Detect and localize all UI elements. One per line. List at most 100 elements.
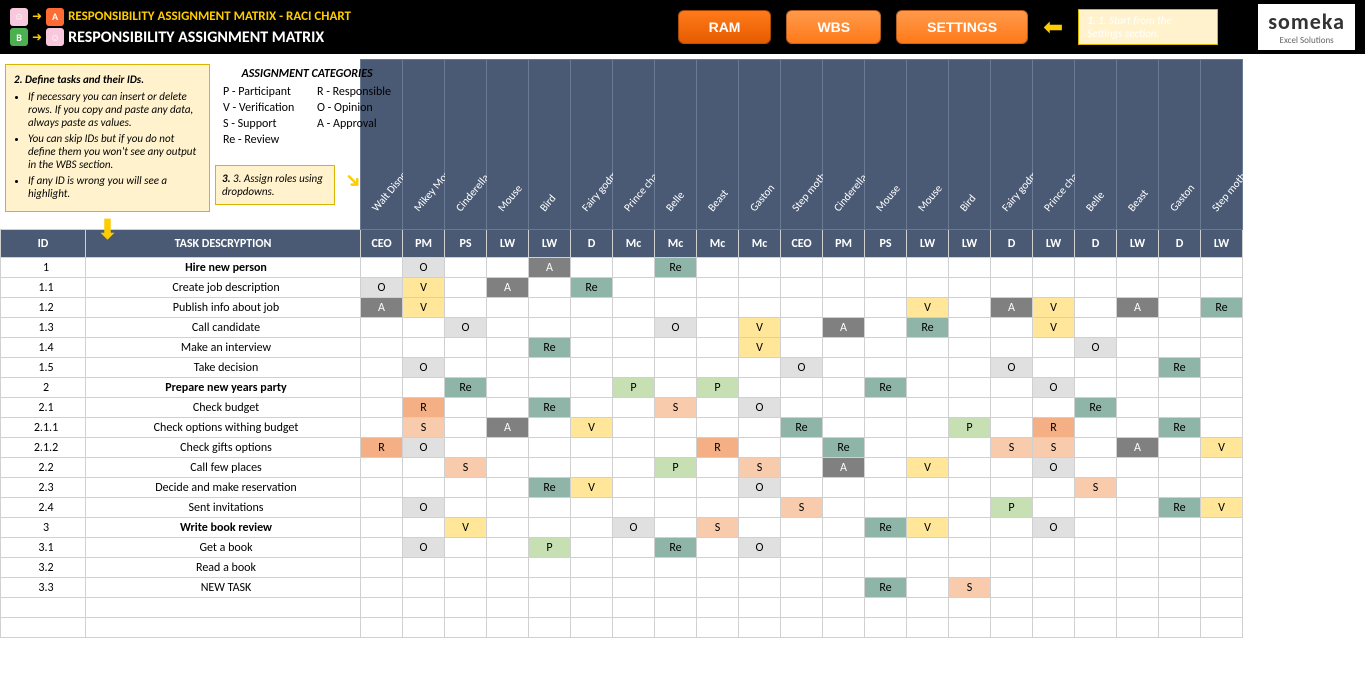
assignment-cell[interactable]: [1159, 398, 1201, 418]
assignment-cell[interactable]: [1201, 258, 1243, 278]
assignment-cell[interactable]: S: [655, 398, 697, 418]
assignment-cell[interactable]: [991, 518, 1033, 538]
assignment-cell[interactable]: [1201, 618, 1243, 638]
assignment-cell[interactable]: [865, 558, 907, 578]
assignment-cell[interactable]: [529, 558, 571, 578]
assignment-cell[interactable]: S: [739, 458, 781, 478]
assignment-cell[interactable]: [361, 458, 403, 478]
assignment-cell[interactable]: V: [571, 478, 613, 498]
assignment-cell[interactable]: [991, 598, 1033, 618]
assignment-cell[interactable]: [865, 298, 907, 318]
assignment-cell[interactable]: [1159, 258, 1201, 278]
assignment-cell[interactable]: [865, 538, 907, 558]
assignment-cell[interactable]: O: [991, 358, 1033, 378]
task-id[interactable]: [1, 598, 86, 618]
assignment-cell[interactable]: R: [1033, 418, 1075, 438]
task-desc[interactable]: Hire new person: [86, 258, 361, 278]
assignment-cell[interactable]: [781, 318, 823, 338]
assignment-cell[interactable]: [529, 318, 571, 338]
assignment-cell[interactable]: [361, 558, 403, 578]
task-id[interactable]: 3.1: [1, 538, 86, 558]
assignment-cell[interactable]: [571, 618, 613, 638]
assignment-cell[interactable]: [1075, 278, 1117, 298]
assignment-cell[interactable]: O: [1033, 518, 1075, 538]
assignment-cell[interactable]: [781, 258, 823, 278]
assignment-cell[interactable]: [991, 338, 1033, 358]
task-id[interactable]: 1.2: [1, 298, 86, 318]
assignment-cell[interactable]: [1033, 358, 1075, 378]
assignment-cell[interactable]: [865, 498, 907, 518]
assignment-cell[interactable]: [487, 318, 529, 338]
assignment-cell[interactable]: [1033, 258, 1075, 278]
assignment-cell[interactable]: Re: [655, 538, 697, 558]
assignment-cell[interactable]: [781, 538, 823, 558]
assignment-cell[interactable]: [613, 298, 655, 318]
assignment-cell[interactable]: [697, 298, 739, 318]
assignment-cell[interactable]: [361, 598, 403, 618]
assignment-cell[interactable]: [823, 338, 865, 358]
assignment-cell[interactable]: [613, 478, 655, 498]
assignment-cell[interactable]: [1159, 478, 1201, 498]
assignment-cell[interactable]: [403, 518, 445, 538]
assignment-cell[interactable]: V: [445, 518, 487, 538]
assignment-cell[interactable]: [781, 378, 823, 398]
assignment-cell[interactable]: [1033, 338, 1075, 358]
assignment-cell[interactable]: [739, 258, 781, 278]
assignment-cell[interactable]: [823, 618, 865, 638]
assignment-cell[interactable]: [781, 278, 823, 298]
assignment-cell[interactable]: V: [571, 418, 613, 438]
assignment-cell[interactable]: [613, 578, 655, 598]
assignment-cell[interactable]: [739, 418, 781, 438]
assignment-cell[interactable]: O: [739, 398, 781, 418]
assignment-cell[interactable]: [823, 518, 865, 538]
assignment-cell[interactable]: [571, 258, 613, 278]
assignment-cell[interactable]: Re: [865, 378, 907, 398]
task-id[interactable]: [1, 618, 86, 638]
assignment-cell[interactable]: [361, 318, 403, 338]
assignment-cell[interactable]: [739, 518, 781, 538]
assignment-cell[interactable]: [655, 358, 697, 378]
assignment-cell[interactable]: [907, 258, 949, 278]
assignment-cell[interactable]: [1201, 418, 1243, 438]
assignment-cell[interactable]: [655, 298, 697, 318]
assignment-cell[interactable]: [361, 518, 403, 538]
assignment-cell[interactable]: [361, 418, 403, 438]
assignment-cell[interactable]: [445, 538, 487, 558]
assignment-cell[interactable]: [1117, 378, 1159, 398]
assignment-cell[interactable]: [1117, 278, 1159, 298]
assignment-cell[interactable]: [445, 598, 487, 618]
assignment-cell[interactable]: [781, 298, 823, 318]
assignment-cell[interactable]: [613, 598, 655, 618]
assignment-cell[interactable]: [907, 618, 949, 638]
assignment-cell[interactable]: [1159, 338, 1201, 358]
assignment-cell[interactable]: [1201, 598, 1243, 618]
assignment-cell[interactable]: A: [1117, 298, 1159, 318]
assignment-cell[interactable]: [697, 558, 739, 578]
assignment-cell[interactable]: [991, 478, 1033, 498]
assignment-cell[interactable]: [1159, 318, 1201, 338]
assignment-cell[interactable]: Re: [823, 438, 865, 458]
assignment-cell[interactable]: Re: [529, 478, 571, 498]
assignment-cell[interactable]: [823, 398, 865, 418]
assignment-cell[interactable]: S: [697, 518, 739, 538]
assignment-cell[interactable]: [1117, 518, 1159, 538]
assignment-cell[interactable]: [949, 538, 991, 558]
assignment-cell[interactable]: [1159, 578, 1201, 598]
assignment-cell[interactable]: [445, 278, 487, 298]
assignment-cell[interactable]: [655, 558, 697, 578]
assignment-cell[interactable]: [1075, 318, 1117, 338]
task-desc[interactable]: Prepare new years party: [86, 378, 361, 398]
assignment-cell[interactable]: Re: [571, 278, 613, 298]
assignment-cell[interactable]: V: [739, 338, 781, 358]
assignment-cell[interactable]: [1201, 558, 1243, 578]
assignment-cell[interactable]: [403, 378, 445, 398]
assignment-cell[interactable]: [403, 578, 445, 598]
assignment-cell[interactable]: [865, 318, 907, 338]
task-id[interactable]: 2.4: [1, 498, 86, 518]
assignment-cell[interactable]: [697, 578, 739, 598]
assignment-cell[interactable]: [781, 438, 823, 458]
assignment-cell[interactable]: [949, 338, 991, 358]
assignment-cell[interactable]: [487, 298, 529, 318]
task-id[interactable]: 1.1: [1, 278, 86, 298]
task-desc[interactable]: Make an interview: [86, 338, 361, 358]
